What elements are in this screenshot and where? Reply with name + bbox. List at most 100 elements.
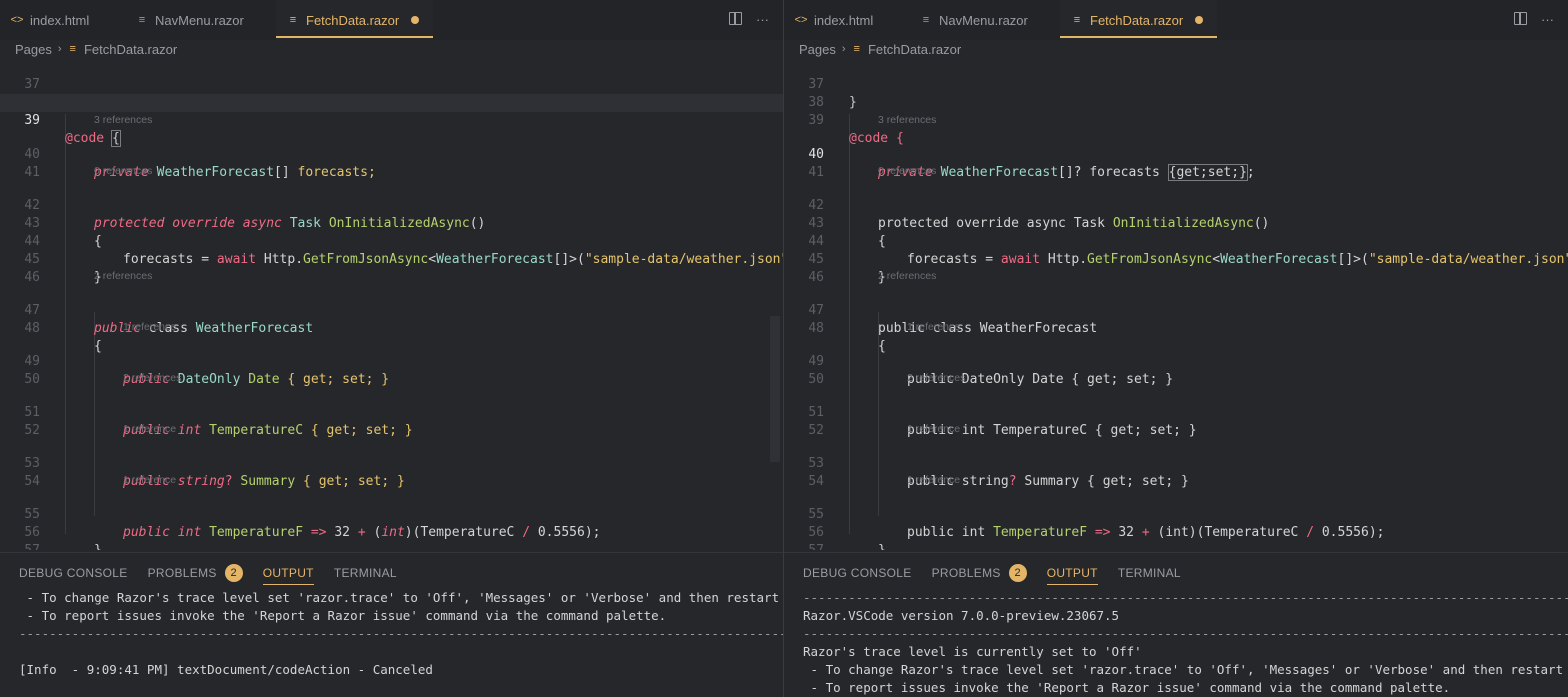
output-log[interactable]: ----------------------------------------…	[803, 589, 1568, 697]
accessors: { get; set; }	[287, 372, 390, 387]
tab-output[interactable]: OUTPUT	[262, 561, 314, 585]
code-line: 37 }	[784, 58, 1568, 110]
code-line: 51 public int TemperatureC { get; set; }	[784, 386, 1568, 438]
keyword: int	[177, 423, 202, 438]
code-line: 45 }	[784, 233, 1568, 285]
punct: []?	[1058, 165, 1082, 180]
code-lens-references[interactable]: 2 references	[878, 270, 936, 282]
code-lens-references[interactable]: 1 reference	[123, 423, 176, 435]
tab-label: FetchData.razor	[1090, 12, 1184, 28]
code-lens-references[interactable]: 1 reference	[123, 321, 176, 333]
code-lens-references[interactable]: 1 reference	[907, 321, 960, 333]
tab-debug-console[interactable]: DEBUG CONSOLE	[19, 561, 128, 585]
breadcrumb-file[interactable]: FetchData.razor	[84, 42, 177, 57]
code-lens-references[interactable]: 2 references	[907, 372, 965, 384]
split-editor-icon[interactable]	[729, 12, 742, 25]
tab-problems[interactable]: PROBLEMS 2	[932, 561, 1027, 585]
output-separator: ----------------------------------------…	[803, 626, 1568, 641]
code-line: 52	[784, 404, 1568, 438]
code-lens-references[interactable]: 0 references	[94, 165, 152, 177]
code-line: 54	[784, 455, 1568, 489]
code-line: 57 }	[784, 524, 1568, 550]
vertical-scrollbar[interactable]	[770, 316, 780, 462]
code-line: 58	[0, 542, 783, 550]
punct: ?	[1008, 474, 1017, 489]
right-editor-group: <> index.html ≡ NavMenu.razor ≡ FetchDat…	[784, 0, 1568, 697]
code-line: 39 @code {	[784, 94, 1568, 146]
accessors: { get; set; }	[1094, 423, 1197, 438]
code-line: 47 public class WeatherForecast	[0, 284, 783, 336]
tab-output[interactable]: OUTPUT	[1046, 561, 1098, 585]
output-line: - To change Razor's trace level set 'raz…	[803, 662, 1568, 677]
code-lens-references[interactable]: 3 references	[878, 114, 936, 126]
code-line: 51 public int TemperatureC { get; set; }	[0, 386, 783, 438]
code-lens-references[interactable]: 3 references	[94, 114, 152, 126]
tab-label: NavMenu.razor	[939, 12, 1028, 28]
tab-terminal[interactable]: TERMINAL	[334, 561, 397, 585]
unsaved-dot-icon[interactable]	[411, 16, 420, 24]
file-icon: ≡	[853, 43, 860, 55]
output-log[interactable]: - To change Razor's trace level set 'raz…	[19, 589, 783, 679]
tab-fetchdata-razor[interactable]: ≡ FetchData.razor	[276, 0, 433, 40]
list-icon: ≡	[138, 14, 146, 26]
code-icon: <>	[10, 14, 24, 26]
code-editor[interactable]: 37 } 38 39 @code { 3 references 40 priva…	[784, 58, 1568, 550]
code-line: 52	[0, 404, 783, 438]
tab-label: OUTPUT	[262, 566, 314, 580]
list-icon: ≡	[1073, 14, 1081, 26]
more-actions-icon[interactable]: ···	[756, 12, 769, 27]
tab-navmenu-razor[interactable]: ≡ NavMenu.razor	[135, 0, 244, 40]
code-lens-references[interactable]: 1 reference	[907, 423, 960, 435]
tab-label: NavMenu.razor	[155, 12, 244, 28]
accessors: { get; set; }	[310, 423, 413, 438]
unsaved-dot-icon[interactable]	[1195, 16, 1204, 24]
panel-tabs: DEBUG CONSOLE PROBLEMS 2 OUTPUT TERMINAL	[19, 561, 397, 589]
tab-label: FetchData.razor	[306, 12, 400, 28]
breadcrumb-folder[interactable]: Pages	[15, 42, 52, 57]
accessors: { get; set; }	[303, 474, 405, 489]
output-line: - To report issues invoke the 'Report a …	[803, 680, 1451, 695]
code-line: 48 {	[0, 302, 783, 354]
punct: ;	[1246, 165, 1255, 180]
tab-index-html[interactable]: <> index.html	[10, 0, 90, 40]
tab-fetchdata-razor[interactable]: ≡ FetchData.razor	[1060, 0, 1217, 40]
tab-problems[interactable]: PROBLEMS 2	[148, 561, 243, 585]
property-name: Summary	[1024, 474, 1080, 489]
punct: []	[274, 165, 290, 180]
keyword: int	[961, 423, 986, 438]
tab-bar: <> index.html ≡ NavMenu.razor ≡ FetchDat…	[784, 0, 1568, 40]
code-line: 57 }	[0, 524, 783, 550]
type-name: WeatherForecast	[979, 321, 1098, 336]
code-editor[interactable]: 37 } 38 39 @code { 3 references 40 priva…	[0, 58, 783, 550]
editor-actions: ···	[729, 12, 769, 27]
output-separator: ----------------------------------------…	[19, 626, 783, 641]
tab-navmenu-razor[interactable]: ≡ NavMenu.razor	[919, 0, 1028, 40]
code-line: 48 {	[784, 302, 1568, 354]
property-name: Summary	[240, 474, 296, 489]
code-line-current: 39 @code {	[0, 94, 783, 147]
tab-label: TERMINAL	[1117, 566, 1181, 580]
more-actions-icon[interactable]: ···	[1541, 12, 1554, 27]
tab-terminal[interactable]: TERMINAL	[1118, 561, 1181, 585]
code-line: 55 public int TemperatureF => 32 + (int)…	[0, 488, 783, 540]
code-line: 47 public class WeatherForecast	[784, 284, 1568, 336]
output-line: - To change Razor's trace level set 'raz…	[19, 590, 783, 605]
code-lens-references[interactable]: 2 references	[94, 270, 152, 282]
bottom-panel: DEBUG CONSOLE PROBLEMS 2 OUTPUT TERMINAL …	[784, 552, 1568, 697]
tab-index-html[interactable]: <> index.html	[794, 0, 874, 40]
code-line: 42 protected override async Task OnIniti…	[784, 179, 1568, 231]
tab-label: DEBUG CONSOLE	[19, 566, 128, 580]
breadcrumb-folder[interactable]: Pages	[799, 42, 836, 57]
code-lens-references[interactable]: 1 reference	[907, 474, 960, 486]
tab-label: PROBLEMS	[147, 566, 217, 580]
code-lens-references[interactable]: 1 reference	[123, 474, 176, 486]
breadcrumb-file[interactable]: FetchData.razor	[868, 42, 961, 57]
code-lens-references[interactable]: 0 references	[878, 165, 936, 177]
code-lens-references[interactable]: 2 references	[123, 372, 181, 384]
list-icon: ≡	[289, 14, 297, 26]
split-editor-icon[interactable]	[1514, 12, 1527, 25]
accessors: {get;set;}	[1167, 164, 1248, 181]
breadcrumb: Pages › ≡ FetchData.razor	[15, 40, 177, 58]
tab-debug-console[interactable]: DEBUG CONSOLE	[803, 561, 912, 585]
